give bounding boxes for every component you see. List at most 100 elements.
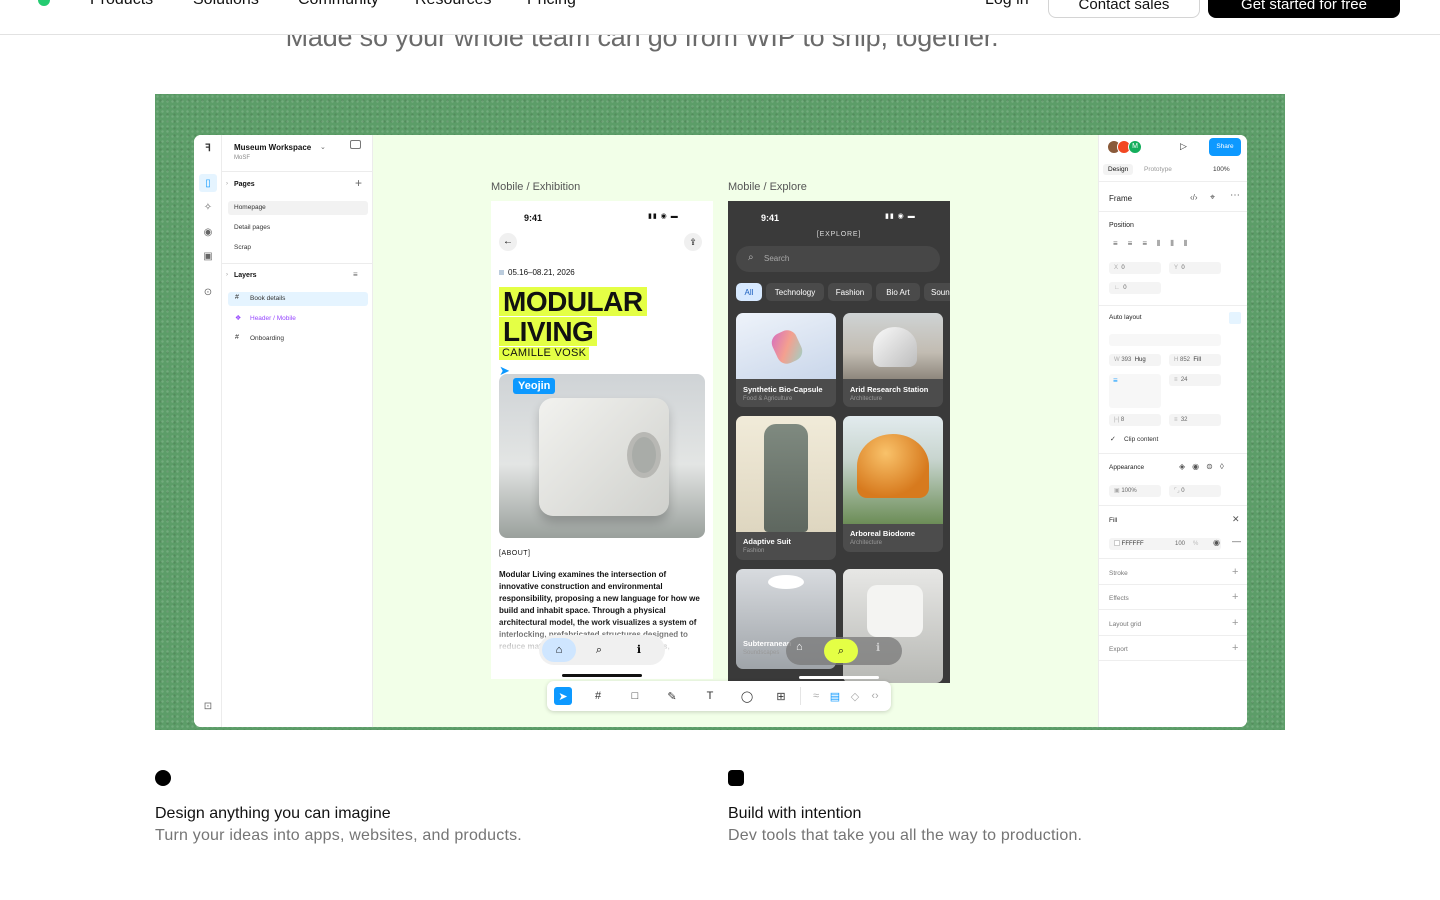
direction-controls[interactable] [1109,334,1221,346]
tab-design[interactable]: Design [1103,164,1134,175]
card-bio-capsule[interactable]: Synthetic Bio-Capsule Food & Agriculture [736,313,836,407]
canvas-toolbar: ➤ # □ ✎ T ◯ ⊞ ≈ ▤ ◇ ‹› [547,681,891,711]
phone-exhibition[interactable]: 9:41 ▮▮ ◉ ▬ ← ⇪ 05.16–08.21, 2026 MODULA… [491,201,713,679]
move-tool-icon[interactable]: ➤ [554,687,572,705]
alignment-grid[interactable]: ≡ [1109,374,1161,408]
card-adaptive-suit[interactable]: Adaptive Suit Fashion [736,416,836,560]
figma-menu-icon[interactable]: ꟻ [201,141,215,155]
page-item-scrap[interactable]: Scrap [228,241,368,255]
layer-header-mobile[interactable]: Header / Mobile [228,312,368,326]
height-field[interactable]: H 852 Fill [1169,354,1221,366]
category-sound[interactable]: Sound [924,283,950,301]
nav-resources[interactable]: Resources [415,0,491,9]
card-arboreal-biodome[interactable]: Arboreal Biodome Architecture [843,416,943,552]
zoom-level[interactable]: 100% [1213,166,1230,173]
avatar[interactable]: M [1128,140,1142,154]
chevron-down-icon[interactable]: ⌄ [320,143,326,151]
eye-icon[interactable]: ◉ [1213,538,1220,547]
home-icon[interactable]: ⌂ [796,641,803,653]
fill-field[interactable]: FFFFFF 100% [1109,538,1221,550]
book-icon[interactable]: ⊡ [201,699,215,713]
auto-layout-icon[interactable] [1229,312,1241,324]
clip-content-label[interactable]: Clip content [1124,436,1158,443]
workspace-name[interactable]: Museum Workspace [234,143,311,152]
share-button[interactable]: Share [1209,138,1241,156]
layers-sort-icon[interactable]: ≡ [353,270,358,279]
radius-field[interactable]: ⌜⌟ 0 [1169,485,1221,497]
contact-sales-button[interactable]: Contact sales [1048,0,1200,18]
nav-pricing[interactable]: Pricing [527,0,576,9]
code-icon[interactable]: ‹/› [1190,193,1198,202]
card-modular[interactable] [843,569,943,683]
build-feature-icon [728,770,744,786]
rectangle-tool-icon[interactable]: □ [627,688,643,704]
nav-products[interactable]: Products [90,0,153,9]
page-item-homepage[interactable]: Homepage [228,201,368,215]
page-item-detail[interactable]: Detail pages [228,221,368,235]
draw-icon[interactable]: ≈ [808,688,824,704]
category-technology[interactable]: Technology [766,283,824,301]
nav-solutions[interactable]: Solutions [193,0,259,9]
login-link[interactable]: Log in [985,0,1029,9]
checkbox-icon[interactable]: ✓ [1110,435,1116,443]
add-effect-icon[interactable]: + [1232,591,1238,603]
x-field[interactable]: X 0 [1109,262,1161,274]
add-stroke-icon[interactable]: + [1232,566,1238,578]
present-icon[interactable]: ▷ [1180,141,1187,152]
frame-label-exhibition[interactable]: Mobile / Exhibition [491,181,580,193]
phone-explore[interactable]: 9:41 ▮▮ ◉ ▬ [EXPLORE] ⌕ Search All Techn… [728,201,950,683]
frame-tool-icon[interactable]: # [590,688,606,704]
play-icon[interactable]: ◉ [201,225,215,239]
back-arrow-icon[interactable]: ← [499,233,517,251]
frame-label[interactable]: Frame [1109,194,1132,203]
padding-v-field[interactable]: ≡ 32 [1169,414,1221,426]
width-field[interactable]: W 393 Hug [1109,354,1161,366]
bottom-nav: ⌂ ⌕ ℹ [786,637,902,665]
comment-tool-icon[interactable]: ◯ [739,688,755,704]
nav-community[interactable]: Community [298,0,379,9]
info-icon[interactable]: ℹ [627,638,651,662]
text-tool-icon[interactable]: T [702,688,718,704]
dev-mode-icon[interactable]: ‹› [867,688,883,704]
rotation-field[interactable]: ∟ 0 [1109,282,1161,294]
search-field[interactable]: ⌕ Search [736,246,940,272]
library-icon[interactable]: ▣ [201,249,215,263]
get-started-button[interactable]: Get started for free [1208,0,1400,18]
align-icons[interactable]: ≡≡≡⫴⫴⫴ [1113,239,1197,249]
actions-icon[interactable]: ⊞ [773,688,789,704]
file-icon[interactable]: ▯ [199,174,217,192]
category-bio-art[interactable]: Bio Art [876,283,920,301]
layer-book-details[interactable]: Book details [228,292,368,306]
add-page-icon[interactable]: + [355,176,362,190]
pen-tool-icon[interactable]: ✎ [664,688,680,704]
padding-h-field[interactable]: |▫| 8 [1109,414,1161,426]
opacity-field[interactable]: ▣ 100% [1109,485,1161,497]
card-arid-station[interactable]: Arid Research Station Architecture [843,313,943,407]
search-icon[interactable]: ⌕ [587,638,611,662]
remove-icon[interactable]: — [1232,536,1241,546]
figma-logo-icon[interactable] [38,0,50,6]
y-field[interactable]: Y 0 [1169,262,1221,274]
add-grid-icon[interactable]: + [1232,617,1238,629]
component-icon[interactable]: ⌖ [1210,192,1215,203]
category-fashion[interactable]: Fashion [828,283,872,301]
info-icon[interactable]: ℹ [876,641,880,654]
frame-label-explore[interactable]: Mobile / Explore [728,181,807,193]
component-icon[interactable]: ◇ [847,688,863,704]
sidebar-toggle-icon[interactable] [350,140,361,149]
more-icon[interactable]: ⋯ [1230,190,1240,201]
gap-field[interactable]: ≡ 24 [1169,374,1221,386]
close-icon[interactable]: ✕ [1232,514,1240,525]
tab-prototype[interactable]: Prototype [1144,166,1172,173]
layer-onboarding[interactable]: Onboarding [228,332,368,346]
search-icon[interactable]: ⌕ [824,639,858,663]
assets-icon[interactable]: ✧ [201,200,215,214]
appearance-icons[interactable]: ◈◉⊜◊ [1179,462,1231,471]
plugin-icon[interactable]: ⊙ [201,285,215,299]
add-export-icon[interactable]: + [1232,642,1238,654]
category-all[interactable]: All [736,283,762,301]
design-mode-icon[interactable]: ▤ [827,688,843,704]
home-icon[interactable]: ⌂ [542,638,576,662]
divider [1099,211,1247,212]
share-icon[interactable]: ⇪ [684,233,702,251]
